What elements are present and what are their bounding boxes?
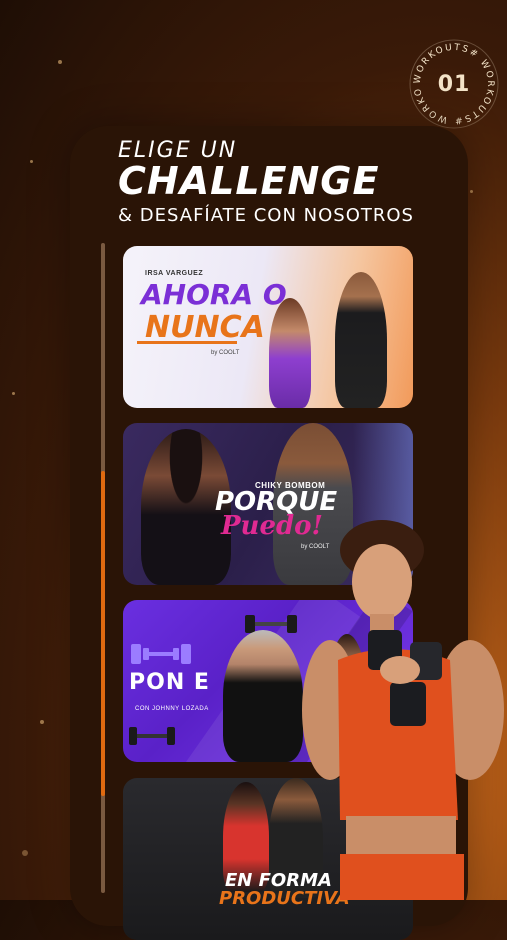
sparkle-decoration bbox=[470, 190, 473, 193]
title-underline bbox=[137, 341, 237, 344]
card-subtitle: CON JOHNNY LOZADA bbox=[135, 706, 209, 712]
sparkle-decoration bbox=[12, 392, 15, 395]
trainer-woman-image bbox=[269, 298, 311, 408]
card-title: PON E bbox=[129, 670, 210, 695]
scroll-track[interactable] bbox=[101, 243, 105, 893]
card-tag: IRSA VARGUEZ bbox=[145, 270, 204, 277]
sparkle-decoration bbox=[58, 60, 62, 64]
challenge-card-ahora-o-nunca[interactable]: IRSA VARGUEZ AHORA O NUNCA by COOLT bbox=[123, 246, 413, 408]
page-heading: ELIGE UN CHALLENGE & DESAFÍATE CON NOSOT… bbox=[118, 138, 414, 226]
dumbbell-icon bbox=[131, 644, 191, 664]
heading-line3: & DESAFÍATE CON NOSOTROS bbox=[118, 205, 414, 226]
workouts-badge: WORKOUTS# WORKOUTS# WORKOUTS# 01 bbox=[403, 31, 500, 130]
trainer-man-image bbox=[335, 272, 387, 408]
heading-line2: CHALLENGE bbox=[118, 159, 380, 203]
sparkle-decoration bbox=[30, 160, 33, 163]
badge-number: 01 bbox=[437, 71, 471, 97]
card-brand: by COOLT bbox=[211, 350, 240, 356]
model-with-dumbbells-image bbox=[302, 520, 504, 900]
trainer-man-image bbox=[223, 630, 303, 762]
sparkle-decoration bbox=[22, 850, 28, 856]
scroll-progress bbox=[101, 470, 105, 796]
dumbbell-icon bbox=[129, 727, 175, 745]
card-title-line1: AHORA O bbox=[141, 278, 287, 311]
card-title-line2: NUNCA bbox=[145, 310, 265, 345]
sparkle-decoration bbox=[40, 720, 44, 724]
